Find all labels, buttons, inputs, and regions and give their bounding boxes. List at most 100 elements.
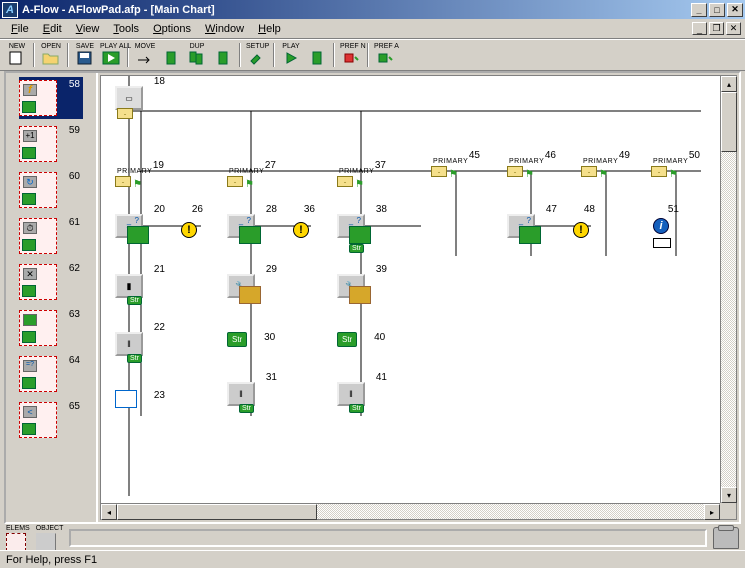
status-bar: For Help, press F1 <box>0 550 745 568</box>
node-47[interactable]: =?47 <box>507 214 535 238</box>
palette-item-59[interactable]: +1 59 <box>19 123 83 165</box>
warning-icon: ! <box>181 222 197 238</box>
palette-item-61[interactable]: ⏱ 61 <box>19 215 83 257</box>
palette-item-62[interactable]: ✕ 62 <box>19 261 83 303</box>
bottom-field[interactable] <box>69 529 707 547</box>
trash-icon[interactable] <box>713 527 739 549</box>
elems-drop[interactable] <box>6 533 26 551</box>
elems-label: ELEMS <box>6 525 30 533</box>
menu-tools[interactable]: Tools <box>106 21 146 37</box>
connection-lines <box>101 76 720 503</box>
tb-play-all[interactable]: PLAY ALL <box>99 43 123 67</box>
node-27[interactable]: ⚑27 <box>227 176 254 190</box>
scroll-thumb-h[interactable] <box>117 504 317 520</box>
palette-item-58[interactable]: f 58 <box>19 77 83 119</box>
tb-sep <box>67 43 69 67</box>
tb-open[interactable]: OPEN <box>39 43 63 67</box>
tb-pref-a[interactable]: PREF A <box>373 43 397 67</box>
toolbar: NEW OPEN SAVE PLAY ALL MOVE DUP SETUP PL… <box>0 39 745 71</box>
palette-item-64[interactable]: =? 64 <box>19 353 83 395</box>
tb-move-target[interactable] <box>159 43 183 67</box>
palette-item-65[interactable]: < 65 <box>19 399 83 441</box>
title-bar: A A-Flow - AFlowPad.afp - [Main Chart] _… <box>0 0 745 19</box>
scroll-corner <box>720 503 736 519</box>
vertical-scrollbar[interactable]: ▴ ▾ <box>720 76 736 503</box>
app-icon: A <box>2 2 18 18</box>
node-37[interactable]: ⚑37 <box>337 176 364 190</box>
scroll-thumb-v[interactable] <box>721 92 737 152</box>
bottom-bar: ELEMS OBJECT <box>4 526 741 550</box>
tb-sep <box>273 43 275 67</box>
horizontal-scrollbar[interactable]: ◂ ▸ <box>101 503 720 519</box>
primary-label: PRIMARY <box>229 168 264 175</box>
close-button[interactable]: ✕ <box>727 3 743 17</box>
primary-label: PRIMARY <box>339 168 374 175</box>
node-40[interactable]: Str40 <box>337 332 357 347</box>
tb-sep <box>367 43 369 67</box>
primary-label: PRIMARY <box>117 168 152 175</box>
chart-canvas[interactable]: ▭ 18 PRIMARY ⚑19 PRIMARY ⚑27 PRIMARY ⚑37… <box>101 76 720 503</box>
mdi-restore-button[interactable]: ❐ <box>709 22 724 35</box>
tb-new[interactable]: NEW <box>5 43 29 67</box>
menu-edit[interactable]: Edit <box>36 21 69 37</box>
tb-play-target[interactable] <box>305 43 329 67</box>
primary-label: PRIMARY <box>433 158 468 165</box>
tb-dup[interactable]: DUP <box>185 43 209 67</box>
primary-label: PRIMARY <box>509 158 544 165</box>
node-28[interactable]: =?28 <box>227 214 255 238</box>
node-49[interactable]: ⚑49 <box>581 166 608 180</box>
node-30[interactable]: Str30 <box>227 332 247 347</box>
maximize-button[interactable]: □ <box>709 3 725 17</box>
menu-view[interactable]: View <box>69 21 107 37</box>
node-22[interactable]: ‖Str22 <box>115 332 143 356</box>
minimize-button[interactable]: _ <box>691 3 707 17</box>
object-drop[interactable] <box>36 533 56 551</box>
element-palette: f 58 +1 59 ↻ 60 ⏱ 61 ✕ 62 63 =? 64 < 65 <box>6 73 98 522</box>
scroll-up-button[interactable]: ▴ <box>721 76 737 92</box>
status-text: For Help, press F1 <box>6 554 97 566</box>
node-21[interactable]: ▮Str21 <box>115 274 143 298</box>
menu-window[interactable]: Window <box>198 21 251 37</box>
node-18[interactable]: ▭ 18 <box>115 86 143 110</box>
scroll-right-button[interactable]: ▸ <box>704 504 720 520</box>
tb-save[interactable]: SAVE <box>73 43 97 67</box>
node-29[interactable]: 🔧29 <box>227 274 255 298</box>
node-31[interactable]: ‖Str31 <box>227 382 255 406</box>
warning-icon: ! <box>573 222 589 238</box>
node-51-box <box>653 238 671 248</box>
tb-play[interactable]: PLAY <box>279 43 303 67</box>
node-20[interactable]: =?20 <box>115 214 143 238</box>
primary-label: PRIMARY <box>583 158 618 165</box>
menu-bar: File Edit View Tools Options Window Help… <box>0 19 745 39</box>
tb-move[interactable]: MOVE <box>133 43 157 67</box>
node-19[interactable]: ⚑19 <box>115 176 142 190</box>
window-title: A-Flow - AFlowPad.afp - [Main Chart] <box>22 4 215 16</box>
node-38[interactable]: =?Str38 <box>337 214 365 238</box>
tb-sep <box>333 43 335 67</box>
object-label: OBJECT <box>36 525 64 533</box>
node-39[interactable]: 🔧39 <box>337 274 365 298</box>
chart-canvas-frame: ▭ 18 PRIMARY ⚑19 PRIMARY ⚑27 PRIMARY ⚑37… <box>100 75 737 520</box>
menu-help[interactable]: Help <box>251 21 288 37</box>
tb-setup[interactable]: SETUP <box>245 43 269 67</box>
menu-options[interactable]: Options <box>146 21 198 37</box>
palette-item-60[interactable]: ↻ 60 <box>19 169 83 211</box>
info-icon: i <box>653 218 669 234</box>
scroll-left-button[interactable]: ◂ <box>101 504 117 520</box>
node-23[interactable]: 23 <box>115 390 137 408</box>
tb-sep <box>33 43 35 67</box>
node-46[interactable]: ⚑46 <box>507 166 534 180</box>
scroll-down-button[interactable]: ▾ <box>721 487 737 503</box>
work-area: f 58 +1 59 ↻ 60 ⏱ 61 ✕ 62 63 =? 64 < 65 <box>4 71 741 524</box>
mdi-close-button[interactable]: ✕ <box>726 22 741 35</box>
palette-item-63[interactable]: 63 <box>19 307 83 349</box>
node-41[interactable]: ‖Str41 <box>337 382 365 406</box>
warning-icon: ! <box>293 222 309 238</box>
node-50[interactable]: ⚑50 <box>651 166 678 180</box>
mdi-minimize-button[interactable]: _ <box>692 22 707 35</box>
tb-pref-n[interactable]: PREF N <box>339 43 363 67</box>
tb-dup-target[interactable] <box>211 43 235 67</box>
tb-sep <box>239 43 241 67</box>
node-45[interactable]: ⚑45 <box>431 166 458 180</box>
menu-file[interactable]: File <box>4 21 36 37</box>
